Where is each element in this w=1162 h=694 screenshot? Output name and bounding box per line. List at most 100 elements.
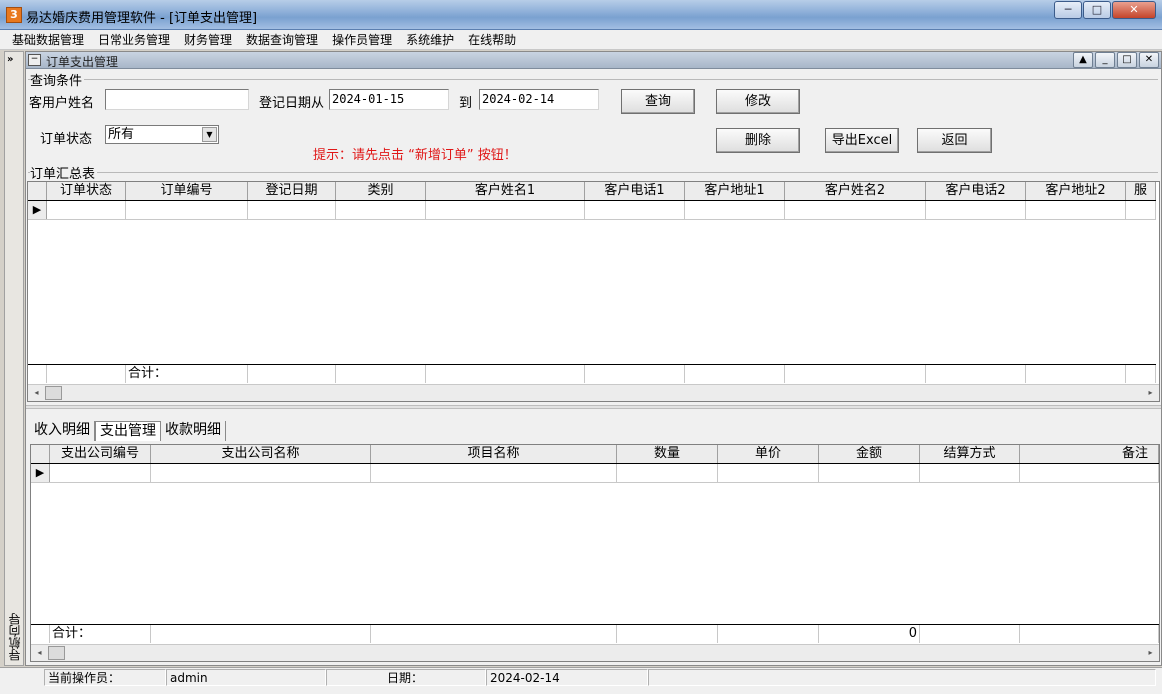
- tab-expense-management[interactable]: 支出管理: [95, 421, 161, 441]
- date-from-input[interactable]: 2024-01-15: [329, 89, 449, 110]
- col-register-date[interactable]: 登记日期: [248, 182, 336, 200]
- scroll-thumb[interactable]: [45, 386, 62, 400]
- export-excel-button[interactable]: 导出Excel: [825, 128, 899, 153]
- cell[interactable]: [926, 201, 1026, 219]
- menu-basic-data[interactable]: 基础数据管理: [5, 30, 91, 49]
- title-bar: 3 易达婚庆费用管理软件 - [订单支出管理] ─ □ ✕: [0, 0, 1162, 30]
- summary-horizontal-scrollbar[interactable]: ◂ ▸: [28, 384, 1159, 401]
- window-title: 易达婚庆费用管理软件 - [订单支出管理]: [26, 11, 258, 26]
- col-unit-price[interactable]: 单价: [718, 445, 819, 463]
- cell[interactable]: [50, 464, 151, 482]
- date-label: 日期：: [326, 669, 486, 686]
- table-row[interactable]: ▶: [28, 201, 1156, 220]
- scroll-left-icon[interactable]: ◂: [28, 385, 45, 401]
- menu-system[interactable]: 系统维护: [399, 30, 461, 49]
- col-remarks[interactable]: 备注: [1020, 445, 1159, 463]
- col-category[interactable]: 类别: [336, 182, 426, 200]
- row-indicator-icon: ▶: [31, 464, 50, 482]
- date-to-input[interactable]: 2024-02-14: [479, 89, 599, 110]
- delete-button[interactable]: 删除: [716, 128, 800, 153]
- total-label: 合计：: [126, 365, 248, 383]
- col-customer-phone-2[interactable]: 客户电话2: [926, 182, 1026, 200]
- cell[interactable]: [685, 201, 785, 219]
- cell: [926, 365, 1026, 383]
- order-status-value: 所有: [108, 127, 135, 142]
- col-order-number[interactable]: 订单编号: [126, 182, 248, 200]
- header-corner: [28, 182, 47, 200]
- cell[interactable]: [151, 464, 371, 482]
- col-settlement-method[interactable]: 结算方式: [920, 445, 1020, 463]
- menu-help[interactable]: 在线帮助: [461, 30, 523, 49]
- cell[interactable]: [819, 464, 920, 482]
- child-restore-up-button[interactable]: ▲: [1073, 52, 1093, 68]
- menu-daily-business[interactable]: 日常业务管理: [91, 30, 177, 49]
- tab-receipt-detail[interactable]: 收款明细: [161, 421, 226, 441]
- query-button[interactable]: 查询: [621, 89, 695, 114]
- modify-button[interactable]: 修改: [716, 89, 800, 114]
- col-expense-company-code[interactable]: 支出公司编号: [50, 445, 151, 463]
- cell[interactable]: [617, 464, 718, 482]
- tab-income-detail[interactable]: 收入明细: [30, 421, 95, 441]
- scroll-left-icon[interactable]: ◂: [31, 645, 48, 661]
- pane-splitter[interactable]: [26, 405, 1161, 409]
- expense-horizontal-scrollbar[interactable]: ◂ ▸: [31, 644, 1159, 661]
- nav-label[interactable]: 导航向导: [6, 613, 23, 661]
- cell[interactable]: [47, 201, 126, 219]
- minimize-button[interactable]: ─: [1054, 1, 1082, 19]
- cell[interactable]: [1026, 201, 1126, 219]
- status-spare: [648, 669, 1156, 686]
- chevron-down-icon[interactable]: ▼: [202, 127, 217, 142]
- back-button[interactable]: 返回: [917, 128, 992, 153]
- summary-grid-header: 订单状态 订单编号 登记日期 类别 客户姓名1 客户电话1 客户地址1 客户姓名…: [28, 182, 1156, 201]
- order-status-select[interactable]: 所有 ▼: [105, 125, 219, 144]
- cell[interactable]: [126, 201, 248, 219]
- nav-expand-icon[interactable]: »: [7, 54, 13, 65]
- cell: [585, 365, 685, 383]
- col-customer-address-2[interactable]: 客户地址2: [1026, 182, 1126, 200]
- cell: [248, 365, 336, 383]
- menu-operator[interactable]: 操作员管理: [325, 30, 399, 49]
- menu-finance[interactable]: 财务管理: [177, 30, 239, 49]
- scroll-thumb[interactable]: [48, 646, 65, 660]
- summary-group-border: [28, 172, 1158, 173]
- close-button[interactable]: ✕: [1112, 1, 1156, 19]
- cell[interactable]: [1126, 201, 1156, 219]
- col-customer-name-1[interactable]: 客户姓名1: [426, 182, 585, 200]
- customer-name-label: 客用户姓名: [29, 96, 95, 111]
- cell[interactable]: [785, 201, 926, 219]
- col-amount[interactable]: 金额: [819, 445, 920, 463]
- col-customer-name-2[interactable]: 客户姓名2: [785, 182, 926, 200]
- scroll-right-icon[interactable]: ▸: [1142, 385, 1159, 401]
- cell[interactable]: [336, 201, 426, 219]
- cell: [718, 625, 819, 643]
- col-order-status[interactable]: 订单状态: [47, 182, 126, 200]
- expense-grid[interactable]: 支出公司编号 支出公司名称 项目名称 数量 单价 金额 结算方式 备注 ▶ 合计…: [30, 444, 1160, 662]
- cell[interactable]: [585, 201, 685, 219]
- child-close-button[interactable]: ✕: [1139, 52, 1159, 68]
- scroll-right-icon[interactable]: ▸: [1142, 645, 1159, 661]
- cell[interactable]: [371, 464, 617, 482]
- detail-tabs: 收入明细 支出管理 收款明细: [30, 421, 226, 441]
- col-item-name[interactable]: 项目名称: [371, 445, 617, 463]
- col-expense-company-name[interactable]: 支出公司名称: [151, 445, 371, 463]
- maximize-button[interactable]: □: [1083, 1, 1111, 19]
- child-minimize-button[interactable]: _: [1095, 52, 1115, 68]
- cell[interactable]: [718, 464, 819, 482]
- col-quantity[interactable]: 数量: [617, 445, 718, 463]
- menu-data-query[interactable]: 数据查询管理: [239, 30, 325, 49]
- cell[interactable]: [1020, 464, 1159, 482]
- col-service[interactable]: 服: [1126, 182, 1156, 200]
- child-title: 订单支出管理: [46, 55, 119, 69]
- nav-strip: » 导航向导: [4, 51, 24, 666]
- table-row[interactable]: ▶: [31, 464, 1159, 483]
- child-maximize-button[interactable]: □: [1117, 52, 1137, 68]
- col-customer-address-1[interactable]: 客户地址1: [685, 182, 785, 200]
- cell[interactable]: [426, 201, 585, 219]
- child-system-icon[interactable]: −: [28, 54, 41, 66]
- order-summary-grid[interactable]: 订单状态 订单编号 登记日期 类别 客户姓名1 客户电话1 客户地址1 客户姓名…: [27, 181, 1160, 402]
- col-customer-phone-1[interactable]: 客户电话1: [585, 182, 685, 200]
- cell[interactable]: [248, 201, 336, 219]
- customer-name-input[interactable]: [105, 89, 249, 110]
- date-from-label: 登记日期从: [259, 96, 325, 111]
- cell[interactable]: [920, 464, 1020, 482]
